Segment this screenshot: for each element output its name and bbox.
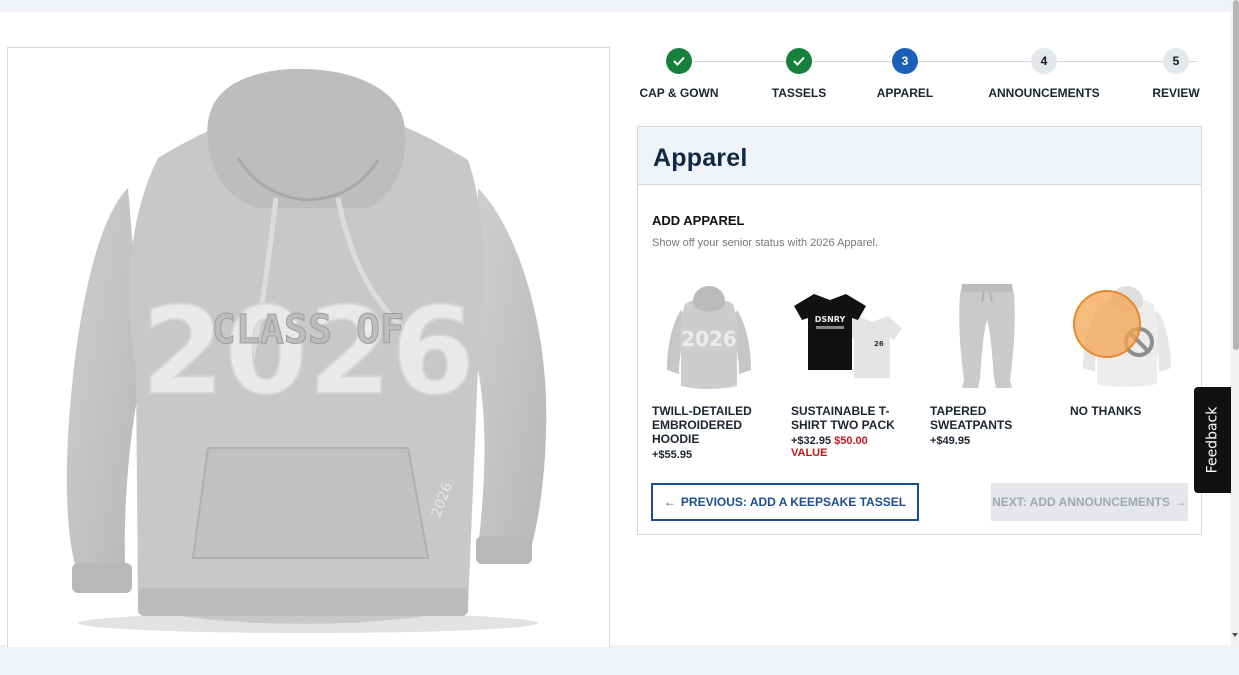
option-name: SUSTAINABLE T-SHIRT TWO PACK	[791, 404, 895, 432]
option-name: TAPERED SWEATPANTS	[930, 404, 1013, 432]
option-price: +$49.95	[930, 435, 971, 447]
step-announcements[interactable]: 4 ANNOUNCEMENTS	[985, 48, 1103, 100]
compare-price: $50.00	[834, 435, 868, 447]
previous-step-button[interactable]: ← PREVIOUS: ADD A KEEPSAKE TASSEL	[651, 483, 919, 521]
apparel-option-hoodie[interactable]: 2026 TWILL-DETAILED EMBROIDERED HOODIE +…	[652, 277, 780, 461]
svg-text:2026: 2026	[681, 327, 737, 351]
option-name: TWILL-DETAILED EMBROIDERED HOODIE	[652, 404, 752, 446]
feedback-label: Feedback	[1204, 406, 1221, 474]
value-label: VALUE	[791, 447, 828, 459]
page-title: Apparel	[653, 144, 748, 172]
checkout-stepper: CAP & GOWN TASSELS 3 APPAREL 4 ANNOUNCEM…	[637, 48, 1203, 104]
next-step-button[interactable]: NEXT: ADD ANNOUNCEMENTS →	[991, 483, 1188, 521]
next-button-label: NEXT: ADD ANNOUNCEMENTS	[992, 495, 1170, 509]
option-name: NO THANKS	[1070, 404, 1142, 418]
hero-print-class-of: CLASS OF	[212, 307, 405, 353]
step-label: REVIEW	[1152, 86, 1200, 100]
bottom-band	[0, 645, 1239, 675]
hoodie-hero-image: 2026 CLASS OF 2026	[66, 68, 547, 633]
hoodie-image: 2026	[652, 277, 766, 395]
tshirt-two-pack-image: 26 DSNRY	[791, 277, 905, 395]
apparel-option-tshirt-two-pack[interactable]: 26 DSNRY SUSTAINABLE T-SHIRT TWO PACK +$…	[791, 277, 919, 459]
arrow-left-icon: ←	[663, 495, 676, 509]
option-price: +$55.95	[652, 449, 693, 461]
step-apparel[interactable]: 3 APPAREL	[873, 48, 937, 100]
arrow-right-icon: →	[1174, 495, 1187, 509]
section-subtitle: Show off your senior status with 2026 Ap…	[652, 237, 879, 249]
step-label: APPAREL	[876, 86, 934, 100]
card-header: Apparel	[638, 127, 1201, 185]
step-tassels[interactable]: TASSELS	[765, 48, 833, 100]
step-label: ANNOUNCEMENTS	[988, 86, 1100, 100]
section-title: ADD APPAREL	[652, 213, 745, 228]
step-number: 4	[1031, 48, 1057, 74]
click-indicator	[1073, 290, 1141, 358]
step-label: CAP & GOWN	[639, 86, 719, 100]
step-number: 5	[1163, 48, 1189, 74]
feedback-tab[interactable]: Feedback	[1194, 387, 1231, 493]
step-cap-and-gown[interactable]: CAP & GOWN	[637, 48, 721, 100]
price-value: +$32.95	[791, 435, 832, 447]
previous-button-label: PREVIOUS: ADD A KEEPSAKE TASSEL	[680, 495, 907, 509]
svg-text:26: 26	[874, 340, 884, 348]
scrollbar-thumb[interactable]	[1233, 0, 1239, 350]
top-band	[0, 0, 1231, 12]
step-label: TASSELS	[771, 86, 827, 100]
sweatpants-image	[930, 277, 1044, 395]
option-price: +$32.95 $50.00 VALUE	[791, 435, 919, 459]
check-icon	[786, 48, 812, 74]
svg-text:DSNRY: DSNRY	[815, 315, 846, 324]
step-number: 3	[892, 48, 918, 74]
product-image-panel: 2026 CLASS OF 2026	[7, 47, 610, 647]
step-review[interactable]: 5 REVIEW	[1149, 48, 1203, 100]
scroll-down-arrow-icon[interactable]	[1232, 633, 1238, 637]
apparel-option-sweatpants[interactable]: TAPERED SWEATPANTS +$49.95	[930, 277, 1058, 447]
check-icon	[666, 48, 692, 74]
